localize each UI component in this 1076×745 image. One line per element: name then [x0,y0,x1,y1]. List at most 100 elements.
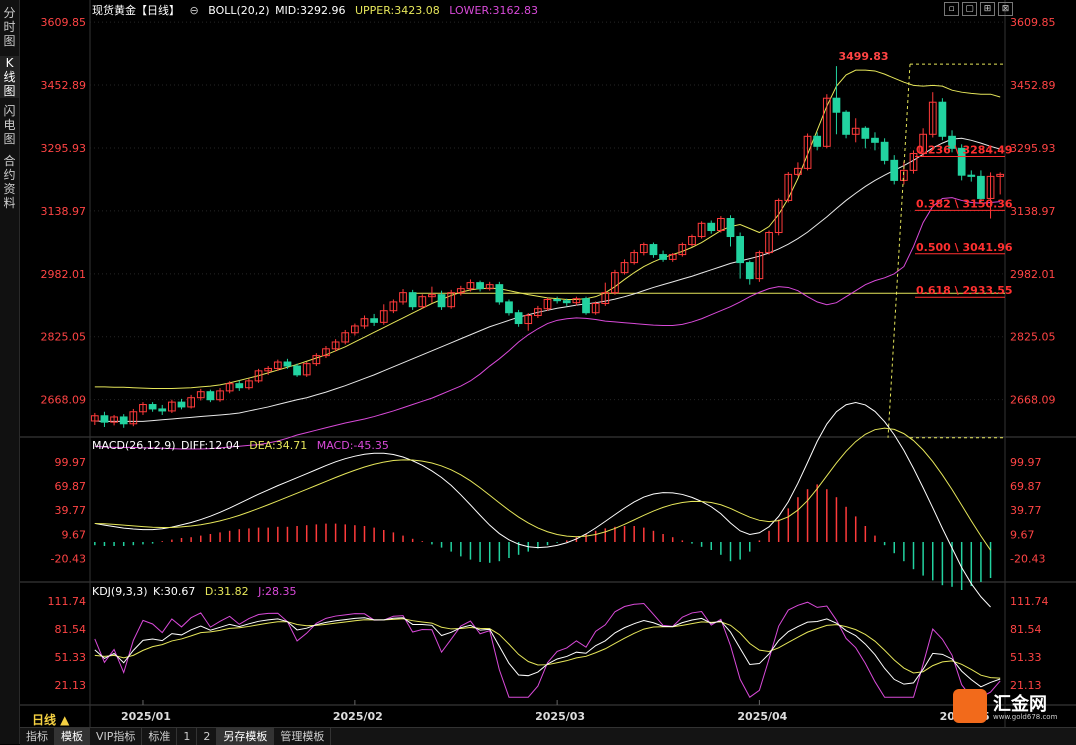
x-tick-label: 2025/02 [333,710,383,723]
maximize-icon[interactable]: ⊞ [980,2,995,16]
macd-label: MACD(26,12,9) [92,439,176,452]
logo: 汇金网 www.gold678.com [949,687,1069,725]
toolbar-indicators[interactable]: 指标 [20,728,55,745]
tab-time-chart[interactable]: 分时图 [0,6,19,48]
candle-body [861,127,870,139]
candle-body [408,292,417,308]
candle-body [235,383,244,389]
y-tick-label-left: 2668.09 [41,394,87,407]
tab-flash-chart[interactable]: 闪电图 [0,104,19,146]
kdj-d: D:31.82 [204,585,249,598]
candle-body [370,318,379,323]
boll-lower-line [94,197,1001,450]
y-tick-label-left: 2982.01 [41,268,87,281]
fib-level-label: 0.382 \ 3150.36 [916,197,1013,210]
candle-body [505,301,513,314]
kdj-tick-label-right: 51.33 [1010,651,1042,664]
macd-tick-label-right: 39.77 [1010,504,1042,517]
candle-body [659,254,667,260]
kdj-d-line [94,618,1001,679]
macd-dea: DEA:34.71 [249,439,308,452]
macd-legend: MACD(26,12,9) DIFF:12.04 DEA:34.71 MACD:… [92,439,395,452]
toolbar-page-2[interactable]: 2 [197,728,218,745]
macd-value: MACD:-45.35 [316,439,389,452]
toolbar-templates[interactable]: 模板 [55,728,90,745]
toolbar-save-template[interactable]: 另存模板 [217,728,275,745]
restore-icon[interactable]: ▢ [962,2,977,16]
y-tick-label-left: 2825.05 [41,331,87,344]
y-tick-label-right: 2668.09 [1010,394,1056,407]
candle-body [119,416,128,425]
toolbar-standard[interactable]: 标准 [142,728,178,745]
y-tick-label-right: 2825.05 [1010,331,1056,344]
logo-icon [953,689,987,723]
kdj-tick-label-right: 111.74 [1010,595,1049,608]
boll-mid-line [94,137,1001,422]
chart-canvas[interactable]: 3609.85 3609.85 3452.89 3452.89 3295.93 3295.… [20,0,1076,727]
y-tick-label-right: 3452.89 [1010,79,1056,92]
candle-body [158,408,167,412]
candle-body [562,300,571,304]
y-tick-label-right: 3609.85 [1010,16,1056,29]
macd-tick-label-right: 9.67 [1010,528,1035,541]
macd-diff-line [94,402,991,608]
candle-body [736,236,745,264]
tab-kline-chart[interactable]: K线图 [0,56,19,98]
boll-legend: 现货黄金【日线】 ⊖ BOLL(20,2) MID:3292.96 UPPER:… [92,2,544,18]
toolbar-manage-templates[interactable]: 管理模板 [274,728,332,745]
candle-body [148,404,157,410]
kdj-legend: KDJ(9,3,3) K:30.67 D:31.82 J:28.35 [92,585,303,598]
candle-body [582,298,590,314]
candle-body [842,111,850,135]
candle-body [514,312,523,325]
candle-body [880,141,889,161]
candle-body [495,284,504,303]
kdj-tick-label-left: 81.54 [55,623,87,636]
kdj-tick-label-left: 51.33 [55,651,87,664]
bottom-toolbar: 指标 模板 VIP指标 标准 1 2 另存模板 管理模板 [20,727,1076,745]
timeframe-label[interactable]: 日线 ▲ [32,711,69,728]
candle-body [283,361,292,367]
fib-level-label: 0.236 \ 3284.49 [916,144,1013,157]
toolbar-vip-indicators[interactable]: VIP指标 [90,728,143,745]
candle-body [707,222,716,232]
candle-body [977,175,985,199]
kdj-tick-label-left: 21.13 [55,679,87,692]
y-tick-label-right: 2982.01 [1010,268,1056,281]
candle-body [832,97,841,113]
candle-body [938,101,947,137]
tab-contract-info[interactable]: 合约资料 [0,154,19,212]
macd-tick-label-right: 69.87 [1010,480,1042,493]
macd-diff: DIFF:12.04 [181,439,240,452]
close-icon[interactable]: ⊠ [998,2,1013,16]
candle-body [177,401,186,408]
boll-label: BOLL(20,2) [208,4,270,17]
candle-body [649,244,658,256]
toolbar-page-1[interactable]: 1 [177,728,198,745]
y-tick-label-left: 3609.85 [41,16,87,29]
macd-tick-label-right: 99.97 [1010,456,1042,469]
candle-body [813,135,822,147]
x-tick-label: 2025/01 [121,710,171,723]
boll-upper-line [94,69,1001,389]
candle-body [967,174,976,177]
candle-body [293,365,301,376]
settings-icon[interactable]: ⊖ [190,4,199,17]
kdj-j: J:28.35 [258,585,297,598]
logo-url: www.gold678.com [993,713,1058,721]
y-tick-label-right: 3295.93 [1010,142,1056,155]
macd-tick-label-right: -20.43 [1010,552,1045,565]
macd-tick-label-left: 99.97 [55,456,87,469]
instrument-title: 现货黄金【日线】 [92,4,180,17]
kdj-tick-label-left: 111.74 [48,595,87,608]
peak-label: 3499.83 [838,50,888,63]
y-tick-label-right: 3138.97 [1010,205,1056,218]
fib-level-label: 0.618 \ 2933.55 [916,284,1013,297]
candle-body [745,262,754,280]
candle-body [437,294,446,308]
candle-body [726,217,735,238]
candle-body [476,282,484,290]
boll-lower: LOWER:3162.83 [449,4,538,17]
minimize-icon[interactable]: ▫ [944,2,959,16]
kdj-tick-label-right: 81.54 [1010,623,1042,636]
